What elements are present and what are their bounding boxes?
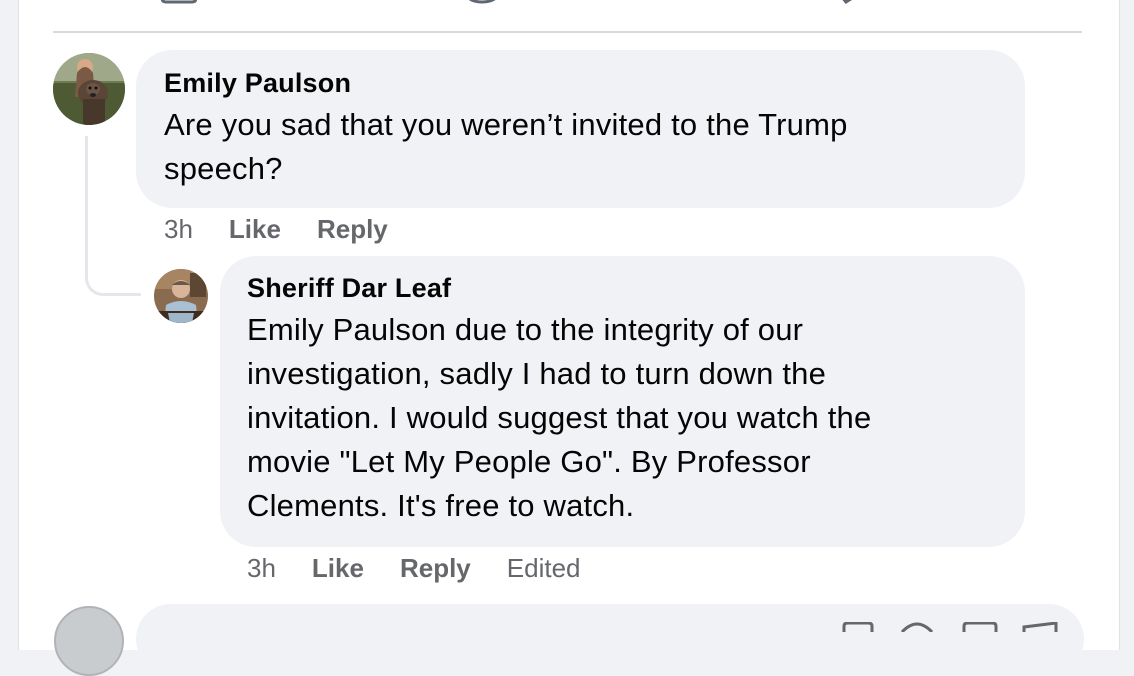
reply-bubble: Sheriff Dar Leaf Emily Paulson due to th… [220, 256, 1025, 547]
sheriff-avatar[interactable] [154, 269, 208, 323]
emoji-icon[interactable] [900, 622, 934, 632]
comment-bubble: Emily Paulson Are you sad that you weren… [136, 50, 1025, 208]
like-button[interactable]: Like [229, 214, 281, 245]
comment-timestamp[interactable]: 3h [164, 214, 193, 245]
like-icon[interactable] [158, 0, 200, 8]
reply-author[interactable]: Sheriff Dar Leaf [247, 273, 1025, 304]
comment-meta: 3h Like Reply [164, 214, 388, 245]
edited-label[interactable]: Edited [507, 553, 581, 584]
thread-connector [85, 136, 141, 296]
man-photo-avatar [154, 269, 208, 323]
user-avatar[interactable] [54, 606, 124, 676]
sticker-icon[interactable] [842, 622, 874, 632]
comment-text-line-2: speech? [164, 151, 283, 186]
comment-author[interactable]: Emily Paulson [164, 68, 1025, 99]
emily-avatar[interactable] [53, 53, 125, 125]
divider [53, 31, 1082, 33]
gif-icon[interactable] [1022, 622, 1058, 632]
reply-text-line-2: investigation, sadly I had to turn down … [247, 356, 827, 391]
reply-button[interactable]: Reply [317, 214, 388, 245]
reply-text-line-3: invitation. I would suggest that you wat… [247, 400, 872, 435]
post-action-bar [0, 0, 1134, 20]
share-icon[interactable] [832, 0, 874, 8]
comment-text-line-1: Are you sad that you weren’t invited to … [164, 107, 848, 142]
reply-meta: 3h Like Reply Edited [247, 553, 581, 584]
comment-icon[interactable] [462, 0, 504, 8]
reply-text-line-5: Clements. It's free to watch. [247, 488, 635, 523]
camera-icon[interactable] [962, 622, 998, 632]
reply-text-line-4: movie "Let My People Go". By Professor [247, 444, 811, 479]
dog-photo-avatar [53, 53, 125, 125]
reply-timestamp[interactable]: 3h [247, 553, 276, 584]
reply-text-line-1: Emily Paulson due to the integrity of ou… [247, 312, 804, 347]
comment-input[interactable] [136, 604, 1084, 674]
reply-reply-button[interactable]: Reply [400, 553, 471, 584]
reply-like-button[interactable]: Like [312, 553, 364, 584]
